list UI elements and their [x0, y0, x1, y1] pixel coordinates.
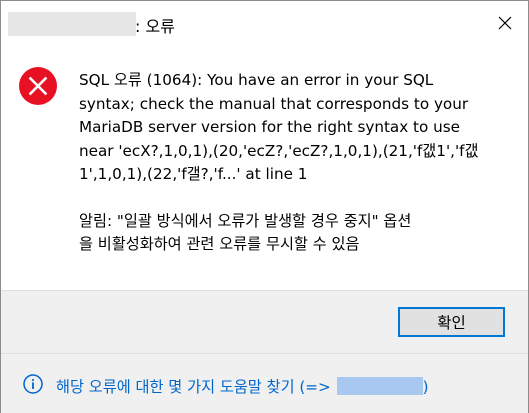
error-icon [19, 67, 57, 105]
ok-button[interactable]: 확인 [398, 307, 505, 337]
redacted-link-target [336, 377, 423, 395]
error-message-line: MariaDB server version for the right syn… [79, 118, 461, 136]
error-message: SQL 오류 (1064): You have an error in your… [79, 69, 519, 257]
error-message-line: 1',1,0,1),(22,'f갤?,'f...' at line 1 [79, 165, 308, 183]
redacted-app-name [8, 12, 136, 36]
notice-line: 알림: "일괄 방식에서 오류가 발생할 경우 중지" 옵션 [79, 211, 412, 230]
window-title: : 오류 [135, 17, 175, 36]
close-button[interactable] [482, 1, 528, 45]
button-bar: 확인 [1, 290, 528, 353]
notice-line: 을 비활성화하여 관련 오류를 무시할 수 있음 [79, 235, 360, 253]
error-message-line: near 'ecX?,1,0,1),(20,'ecZ?,'ecZ?,1,0,1)… [79, 141, 479, 160]
dialog-content: SQL 오류 (1064): You have an error in your… [1, 45, 528, 290]
help-footer: 해당 오류에 대한 몇 가지 도움말 찾기 (=> ) [1, 353, 528, 413]
info-icon [23, 374, 43, 394]
close-icon [498, 16, 512, 30]
error-dialog: : 오류 SQL 오류 (1064): You have an error in… [0, 0, 529, 413]
help-link[interactable]: 해당 오류에 대한 몇 가지 도움말 찾기 (=> ) [56, 375, 429, 397]
title-bar[interactable]: : 오류 [1, 1, 528, 45]
help-link-text: 해당 오류에 대한 몇 가지 도움말 찾기 (=> [56, 378, 331, 396]
error-message-line: SQL 오류 (1064): You have an error in your… [79, 71, 434, 89]
help-link-suffix: ) [422, 378, 429, 396]
error-message-line: syntax; check the manual that correspond… [79, 94, 469, 113]
